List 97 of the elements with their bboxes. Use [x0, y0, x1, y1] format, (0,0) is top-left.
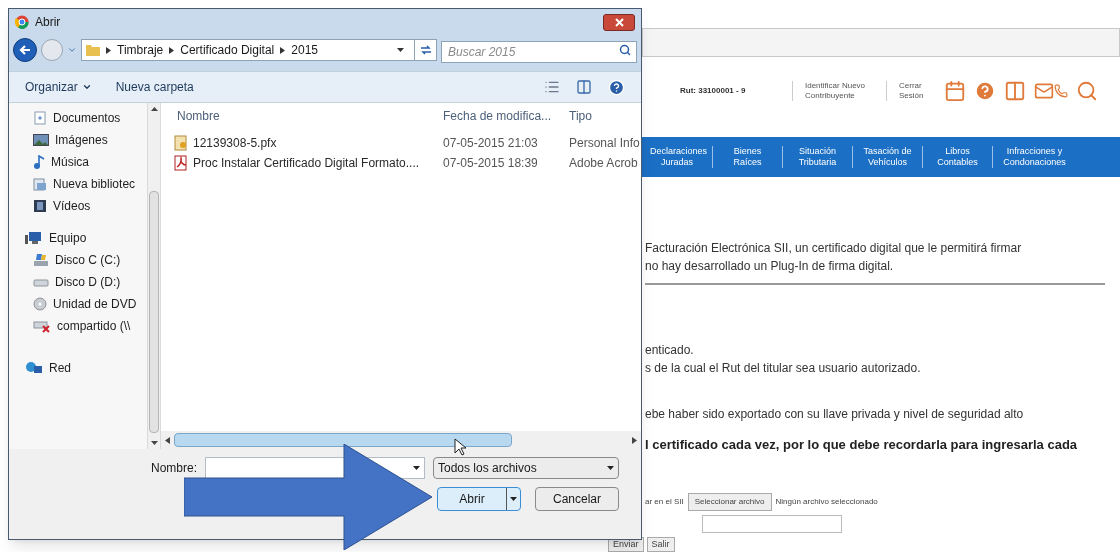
cancel-button[interactable]: Cancelar — [535, 487, 619, 511]
scroll-up-icon[interactable] — [150, 107, 158, 111]
nav-item[interactable]: Infracciones y Condonaciones — [992, 145, 1076, 169]
address-bar[interactable]: Timbraje Certificado Digital 2015 — [81, 39, 437, 61]
form-button[interactable]: Salir — [646, 536, 675, 552]
chevron-right-icon — [280, 46, 286, 54]
chevron-right-icon — [169, 46, 175, 54]
header-link[interactable]: Identificar Nuevo Contribuyente — [792, 81, 874, 102]
search-icon — [619, 44, 631, 56]
scroll-thumb[interactable] — [174, 433, 512, 447]
library-icon — [33, 177, 47, 191]
file-name[interactable]: 12139308-5.pfx — [193, 134, 277, 152]
contact-icon[interactable] — [1034, 81, 1068, 102]
image-icon — [33, 134, 49, 146]
view-list-icon[interactable] — [544, 79, 560, 95]
computer-icon — [25, 231, 43, 245]
column-header[interactable]: Fecha de modifica... — [443, 107, 565, 125]
file-date: 07-05-2015 21:03 — [443, 135, 539, 152]
history-dropdown-icon[interactable] — [67, 45, 77, 55]
sidebar-item[interactable]: Unidad de DVD — [33, 293, 147, 315]
sidebar-item[interactable]: Equipo — [25, 227, 147, 249]
search-icon[interactable] — [1076, 80, 1098, 103]
file-status: Ningún archivo seleccionado — [775, 495, 878, 508]
chevron-right-icon — [106, 46, 111, 54]
body-text: ebe haber sido exportado con su llave privada y nivel de seguridad alto — [645, 406, 1025, 423]
document-icon — [33, 111, 47, 125]
drive-icon — [33, 277, 49, 287]
cursor-icon — [454, 438, 466, 456]
body-text: s de la cual el Rut del titular sea usuario autorizado. — [645, 360, 922, 377]
app-logo-icon — [15, 15, 29, 29]
preview-pane-icon[interactable] — [576, 79, 592, 95]
folder-icon — [86, 44, 100, 56]
column-header[interactable]: Nombre — [177, 107, 443, 125]
help-icon[interactable] — [608, 78, 625, 96]
drive-icon — [33, 253, 49, 267]
nav-item[interactable]: Tasación de Vehículos — [852, 145, 922, 169]
sidebar-item[interactable]: Documentos — [33, 107, 147, 129]
caret-icon — [81, 82, 92, 92]
dropdown-arrow-icon — [510, 497, 517, 501]
column-header[interactable]: Tipo — [565, 107, 592, 125]
field-label: Nombre: — [151, 460, 197, 477]
dropdown-arrow-icon — [607, 466, 614, 470]
open-button[interactable]: Abrir — [437, 487, 521, 511]
sidebar-item[interactable]: compartido (\\ — [33, 315, 147, 337]
file-type-dropdown[interactable]: Todos los archivos — [433, 457, 619, 479]
rut-label: Rut: 33100001 - 9 — [680, 85, 747, 98]
window-title: Abrir — [35, 14, 61, 31]
back-button[interactable] — [13, 38, 37, 62]
new-folder-button[interactable]: Nueva carpeta — [115, 78, 194, 96]
file-date: 07-05-2015 18:39 — [443, 155, 539, 172]
close-icon — [614, 17, 624, 27]
dropdown-arrow-icon — [413, 466, 420, 470]
sidebar-item[interactable]: Imágenes — [33, 129, 147, 151]
nav-item[interactable]: Libros Contables — [922, 145, 992, 169]
refresh-icon — [419, 45, 432, 55]
disc-icon — [33, 297, 47, 311]
breadcrumb-item[interactable]: 2015 — [291, 41, 318, 59]
file-type: Personal Info — [568, 135, 640, 152]
scroll-left-icon[interactable] — [165, 436, 170, 444]
scroll-down-icon[interactable] — [150, 441, 158, 445]
scroll-thumb[interactable] — [149, 191, 159, 433]
sidebar-item[interactable]: Disco D (D:) — [33, 271, 147, 293]
network-drive-icon — [33, 319, 51, 333]
header-link[interactable]: Cerrar Sesión — [886, 81, 932, 102]
body-text: enticado. — [645, 342, 695, 359]
body-text: l certificado cada vez, por lo que debe recordarla para ingresarla cada — [645, 436, 1079, 454]
organize-menu[interactable]: Organizar — [25, 78, 92, 96]
sidebar-item[interactable]: Nueva bibliotec — [33, 173, 147, 195]
pdf-icon — [173, 155, 189, 171]
back-arrow-icon — [19, 44, 31, 56]
certificate-icon — [173, 135, 189, 151]
close-button[interactable] — [603, 13, 635, 31]
music-note-icon — [33, 155, 45, 169]
file-type: Adobe Acrob — [568, 155, 638, 172]
calendar-icon[interactable] — [944, 80, 966, 103]
text-input[interactable] — [702, 514, 842, 533]
body-text: Facturación Electrónica SII, un certificado digital que le permitirá firmar — [645, 240, 1023, 257]
dropdown-arrow-icon[interactable] — [397, 48, 404, 52]
sidebar-item[interactable]: Música — [33, 151, 147, 173]
sidebar-item[interactable]: Disco C (C:) — [33, 249, 147, 271]
sidebar-item[interactable]: Vídeos — [33, 195, 147, 217]
breadcrumb-item[interactable]: Certificado Digital — [180, 41, 275, 59]
choose-file-button[interactable]: Seleccionar archivo — [687, 492, 772, 511]
scroll-right-icon[interactable] — [632, 436, 637, 444]
search-field[interactable]: Buscar 2015 — [441, 41, 637, 63]
breadcrumb-item[interactable]: Timbraje — [117, 41, 164, 59]
documents-icon[interactable] — [1004, 80, 1026, 103]
body-text: no hay desarrollado un Plug-In de firma digital. — [645, 258, 895, 275]
film-icon — [33, 199, 47, 213]
field-label: ar en el SII — [645, 495, 684, 508]
network-icon — [25, 361, 43, 375]
nav-item[interactable]: Bienes Raíces — [712, 145, 782, 169]
help-icon[interactable] — [974, 80, 996, 103]
nav-item[interactable]: Declaraciones Juradas — [642, 145, 712, 169]
file-name[interactable]: Proc Instalar Certificado Digital Formato.... — [193, 154, 420, 172]
nav-item[interactable]: Situación Tributaria — [782, 145, 852, 169]
sidebar-item[interactable]: Red — [25, 357, 147, 379]
